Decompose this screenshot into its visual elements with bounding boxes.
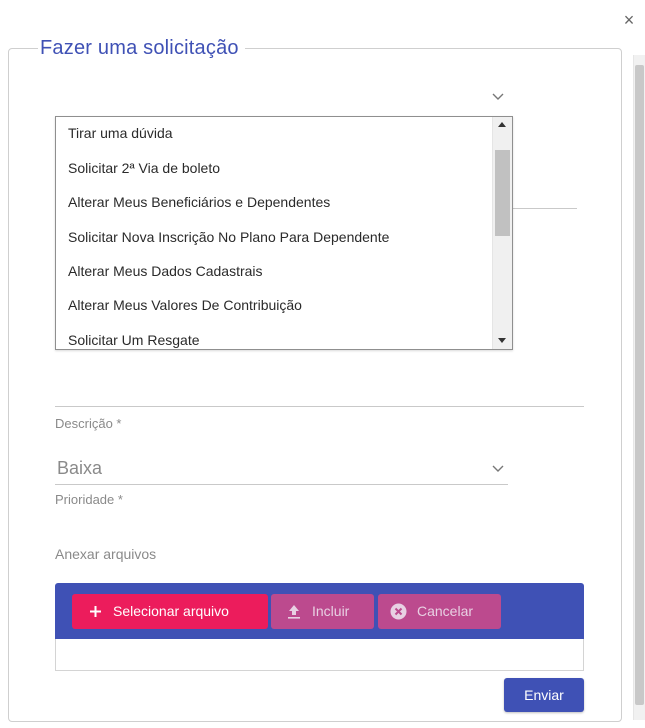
list-item[interactable]: Tirar uma dúvida [68,121,173,145]
list-item[interactable]: Alterar Meus Valores De Contribuição [68,293,302,317]
cancel-label: Cancelar [417,603,474,619]
priority-select[interactable]: Baixa [57,458,102,479]
listbox-scrollbar-thumb[interactable] [495,150,510,236]
cancel-button[interactable]: Cancelar [378,594,501,629]
dialog-title: Fazer uma solicitação [38,37,245,60]
scroll-up-icon[interactable] [498,122,506,127]
list-item[interactable]: Alterar Meus Dados Cadastrais [68,259,263,283]
scroll-down-icon[interactable] [498,338,506,343]
file-upload-toolbar: Selecionar arquivo Incluir Cancelar [55,583,584,639]
select-file-label: Selecionar arquivo [113,603,229,619]
select-file-button[interactable]: Selecionar arquivo [72,594,268,629]
request-dialog: × Fazer uma solicitação Tirar uma dúvida… [0,0,645,728]
chevron-down-icon[interactable] [490,460,506,476]
list-item[interactable]: Solicitar Um Resgate [68,328,200,349]
description-label: Descrição * [55,416,122,431]
include-button[interactable]: Incluir [271,594,374,629]
attachments-label: Anexar arquivos [55,546,157,562]
plus-icon [90,606,101,617]
file-upload-content[interactable] [55,639,584,671]
listbox-scrollbar[interactable] [492,117,512,349]
list-item[interactable]: Alterar Meus Beneficiários e Dependentes [68,190,330,214]
list-item[interactable]: Solicitar Nova Inscrição No Plano Para D… [68,225,389,249]
request-type-listbox[interactable]: Tirar uma dúvida Solicitar 2ª Via de bol… [55,116,513,350]
field-underline [512,208,577,209]
include-label: Incluir [312,603,350,619]
list-item[interactable]: Solicitar 2ª Via de boleto [68,156,220,180]
cancel-circle-icon [390,603,407,620]
priority-label: Prioridade * [55,492,123,507]
chevron-down-icon[interactable] [490,88,506,104]
send-button[interactable]: Enviar [504,678,584,712]
dialog-scrollbar-thumb[interactable] [635,65,644,705]
close-icon[interactable]: × [619,10,639,30]
dialog-scrollbar[interactable] [633,55,645,720]
field-underline [55,484,508,485]
upload-icon [288,605,300,619]
description-input[interactable] [55,406,584,407]
fieldset-border-segment [22,48,38,49]
